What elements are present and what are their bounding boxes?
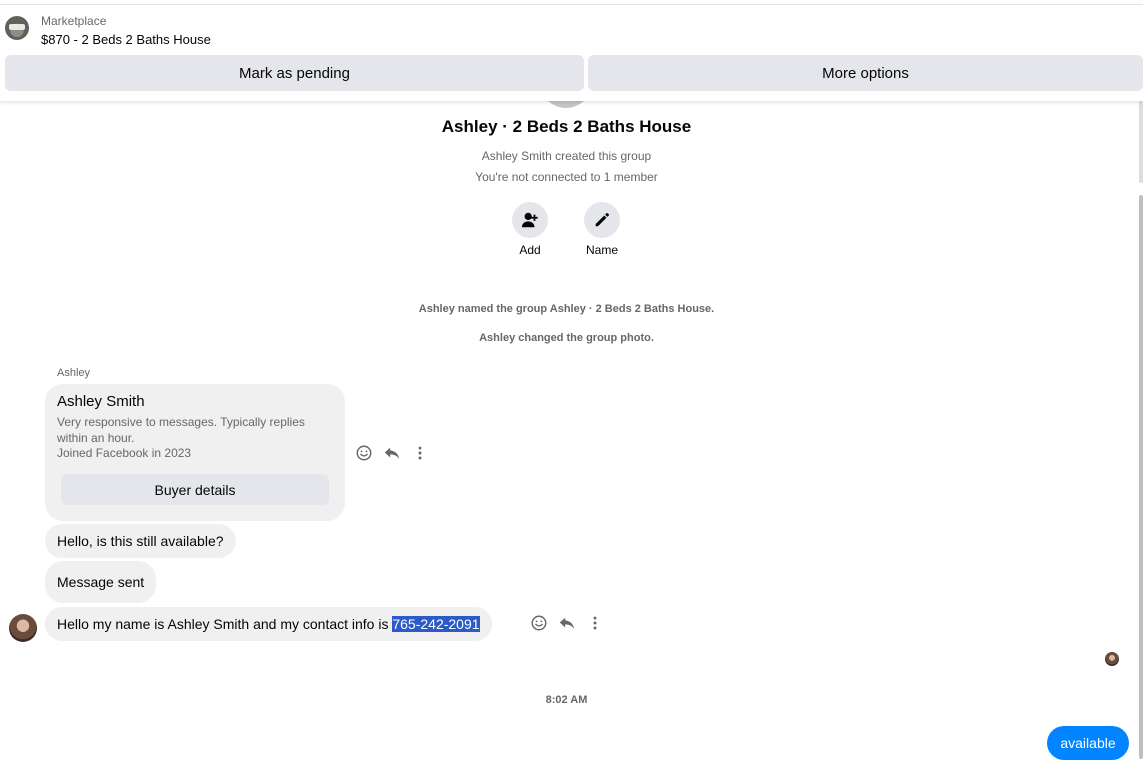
- listing-title[interactable]: $870 - 2 Beds 2 Baths House: [41, 32, 211, 47]
- buyer-joined-date: Joined Facebook in 2023: [57, 446, 192, 460]
- conversation-header: Marketplace $870 - 2 Beds 2 Baths House …: [0, 5, 1143, 101]
- buyer-responsiveness: Very responsive to messages. Typically r…: [57, 415, 305, 445]
- react-icon[interactable]: [355, 444, 373, 462]
- mark-as-pending-button[interactable]: Mark as pending: [5, 55, 584, 91]
- more-vertical-icon[interactable]: [411, 444, 429, 462]
- reply-icon[interactable]: [383, 444, 401, 462]
- marketplace-label: Marketplace: [41, 14, 107, 28]
- highlighted-phone-number[interactable]: 765-242-2091: [392, 616, 480, 632]
- system-message-photo: Ashley changed the group photo.: [479, 332, 654, 344]
- message-bubble[interactable]: Hello, is this still available?: [45, 524, 236, 558]
- group-created-note: Ashley Smith created this group: [481, 149, 652, 163]
- avatar[interactable]: [9, 614, 37, 642]
- add-label: Add: [519, 243, 541, 257]
- buyer-details-button[interactable]: Buyer details: [61, 474, 329, 505]
- more-vertical-icon[interactable]: [586, 614, 604, 632]
- system-message-rename: Ashley named the group Ashley · 2 Beds 2…: [418, 303, 715, 315]
- group-title: Ashley · 2 Beds 2 Baths House: [441, 117, 692, 136]
- reply-icon[interactable]: [558, 614, 576, 632]
- message-sent-bubble[interactable]: Message sent: [45, 561, 157, 603]
- message-actions: [530, 614, 604, 632]
- sender-name: Ashley: [57, 367, 91, 379]
- add-person-icon[interactable]: [512, 202, 548, 238]
- react-icon[interactable]: [530, 614, 548, 632]
- name-label: Name: [585, 243, 618, 257]
- scrollbar-track-segment: [1139, 101, 1143, 183]
- seen-by-avatar: [1105, 652, 1119, 666]
- buyer-name[interactable]: Ashley Smith: [57, 393, 145, 410]
- message-actions: [355, 444, 429, 462]
- add-member-action[interactable]: Add: [500, 202, 560, 257]
- message-timestamp: 8:02 AM: [545, 694, 588, 706]
- message-text: Hello my name is Ashley Smith and my con…: [57, 616, 393, 632]
- name-group-action[interactable]: Name: [572, 202, 632, 257]
- contact-info-message[interactable]: Hello my name is Ashley Smith and my con…: [45, 607, 492, 641]
- scrollbar-thumb[interactable]: [1139, 195, 1143, 759]
- buyer-profile-card: Ashley Smith Very responsive to messages…: [45, 384, 345, 521]
- outgoing-message-bubble[interactable]: available: [1047, 726, 1129, 760]
- more-options-button[interactable]: More options: [588, 55, 1143, 91]
- listing-thumbnail[interactable]: [5, 16, 29, 40]
- pencil-icon[interactable]: [584, 202, 620, 238]
- connection-note: You're not connected to 1 member: [475, 170, 658, 184]
